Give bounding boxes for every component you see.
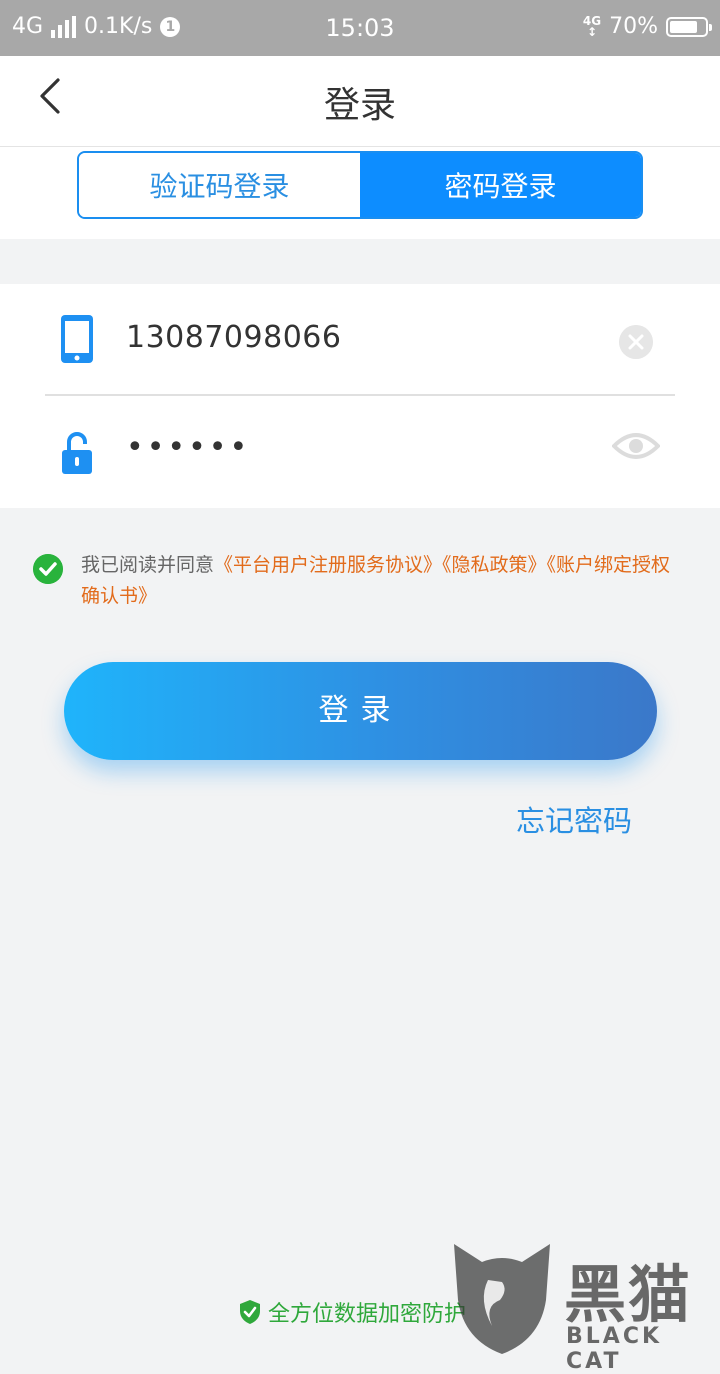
- lock-icon: [62, 432, 92, 474]
- phone-row: 13087098066: [0, 284, 720, 394]
- agreement-prefix: 我已阅读并同意: [81, 554, 215, 576]
- watermark-en: BLACK CAT: [566, 1324, 663, 1374]
- tab-password-login[interactable]: 密码登录: [360, 153, 641, 217]
- forgot-password-link[interactable]: 忘记密码: [516, 798, 632, 840]
- app-header: 登录: [0, 56, 720, 147]
- black-cat-logo-icon: [454, 1244, 550, 1354]
- link-privacy-policy[interactable]: 《隐私政策》: [442, 554, 547, 576]
- shield-check-icon: [240, 1300, 260, 1324]
- tab-sms-login[interactable]: 验证码登录: [79, 153, 360, 217]
- login-button[interactable]: 登录: [64, 662, 657, 760]
- security-text: 全方位数据加密防护: [268, 1302, 467, 1327]
- watermark: 黑猫 BLACK CAT: [448, 1240, 720, 1374]
- phone-icon: [61, 315, 93, 363]
- status-right: 4G ↕ 70%: [582, 13, 712, 39]
- agreement-text: 我已阅读并同意《平台用户注册服务协议》《隐私政策》《账户绑定授权确认书》: [81, 550, 681, 612]
- login-mode-tabs: 验证码登录 密码登录: [77, 151, 643, 219]
- battery-percent: 70%: [609, 14, 658, 39]
- network-right-icon: 4G ↕: [582, 13, 602, 39]
- check-circle-icon[interactable]: [33, 554, 63, 584]
- password-input[interactable]: ••••••: [126, 430, 250, 465]
- security-notice: 全方位数据加密防护: [238, 1296, 466, 1328]
- status-bar: 4G 0.1K/s 1 15:03 4G ↕ 70%: [0, 0, 720, 56]
- eye-icon[interactable]: [612, 428, 660, 464]
- battery-icon: [666, 16, 712, 37]
- page-title: 登录: [323, 85, 396, 126]
- phone-input[interactable]: 13087098066: [126, 320, 341, 355]
- clear-icon[interactable]: [619, 325, 653, 359]
- watermark-cn: 黑猫: [564, 1258, 693, 1331]
- login-mode-area: 验证码登录 密码登录: [0, 147, 720, 239]
- login-form: 13087098066 ••••••: [0, 284, 720, 508]
- link-user-agreement[interactable]: 《平台用户注册服务协议》: [214, 554, 442, 576]
- password-row: ••••••: [0, 396, 720, 506]
